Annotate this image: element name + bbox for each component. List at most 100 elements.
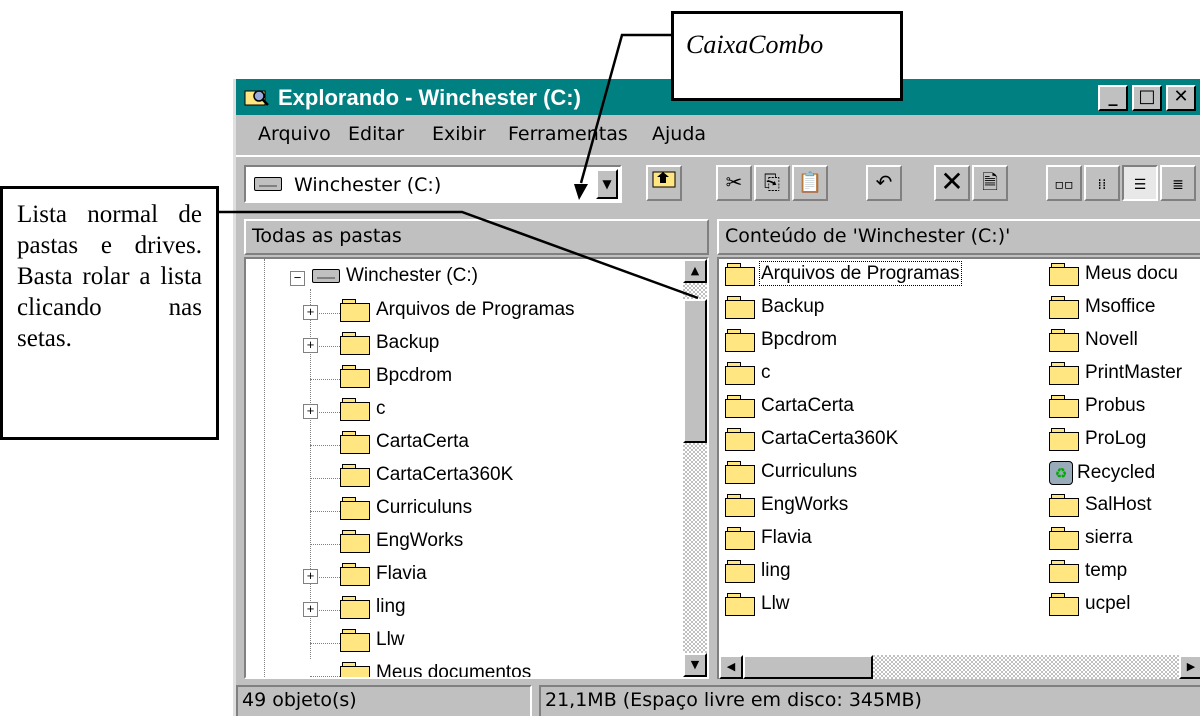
list-item-label: ProLog [1085,428,1147,449]
list-item-label: CartaCerta [761,395,854,416]
expand-toggle[interactable]: + [303,569,318,584]
list-item-label: Backup [761,296,825,317]
horizontal-scroll-thumb[interactable] [743,655,873,679]
combo-value: Winchester (C:) [294,174,442,196]
list-item-label: Novell [1085,329,1138,350]
list-item[interactable]: ♻ Recycled [1049,461,1155,494]
collapse-toggle[interactable]: − [290,271,305,286]
folder-icon [725,527,755,550]
folder-icon [1049,560,1079,583]
undo-button[interactable]: ↶ [866,165,902,201]
tree-item-label: c [376,398,386,419]
minimize-button[interactable]: _ [1098,85,1128,111]
list-item-label: Recycled [1077,462,1156,483]
details-view-button[interactable]: ≣ [1160,165,1196,201]
list-item[interactable]: CartaCerta360K [725,428,898,461]
list-item[interactable]: Probus [1049,395,1145,428]
scroll-thumb[interactable] [683,299,707,443]
folder-icon [340,365,370,388]
expand-toggle[interactable]: + [303,404,318,419]
list-item-label: Meus docu [1085,263,1178,284]
list-item[interactable]: ucpel [1049,593,1130,626]
small-icons-icon: ⁞⁞ [1097,177,1107,193]
delete-button[interactable]: ✕ [934,165,970,201]
list-item[interactable]: temp [1049,560,1127,593]
scroll-up-arrow[interactable]: ▲ [683,259,707,283]
tree-vertical-scrollbar[interactable]: ▲ ▼ [683,259,707,677]
copy-button[interactable]: ⎘ [754,165,790,201]
folder-icon [725,593,755,616]
list-item[interactable]: Arquivos de Programas [725,261,962,296]
list-item[interactable]: sierra [1049,527,1133,560]
tree-root-label: Winchester (C:) [346,265,478,286]
cut-icon: ✂ [725,170,743,194]
tree-item-label: Bpcdrom [376,365,453,386]
list-item-label: Llw [761,593,790,614]
menu-ajuda[interactable]: Ajuda [652,123,706,145]
list-item[interactable]: Meus docu [1049,263,1178,296]
list-item-label: Curriculuns [761,461,858,482]
list-item[interactable]: CartaCerta [725,395,854,428]
small-icons-button[interactable]: ⁞⁞ [1084,165,1120,201]
tree-item-label: Backup [376,332,440,353]
list-item-label: Flavia [761,527,812,548]
list-item[interactable]: Curriculuns [725,461,857,494]
expand-toggle[interactable]: + [303,602,318,617]
tree-item-label: Llw [376,629,405,650]
list-item-label: EngWorks [761,494,849,515]
folder-icon [725,395,755,418]
close-button[interactable]: ✕ [1166,85,1196,111]
list-item[interactable]: PrintMaster [1049,362,1182,395]
expand-toggle[interactable]: + [303,305,318,320]
scroll-right-arrow[interactable]: ▶ [1179,655,1200,679]
cut-button[interactable]: ✂ [716,165,752,201]
menu-ferramentas[interactable]: Ferramentas [508,123,628,145]
list-item[interactable]: SalHost [1049,494,1152,527]
list-item[interactable]: Novell [1049,329,1138,362]
folder-icon [725,428,755,451]
list-item[interactable]: Flavia [725,527,812,560]
contents-horizontal-scrollbar[interactable]: ◀ ▶ [719,655,1200,679]
large-icons-icon: ▫▫ [1054,177,1074,193]
up-folder-button[interactable] [646,165,682,201]
folder-list-callout: Lista normal de pastas e drives. Basta r… [0,186,219,440]
folder-icon [725,560,755,583]
undo-icon: ↶ [875,170,893,194]
expand-toggle[interactable]: + [303,338,318,353]
folder-icon [725,494,755,517]
folder-icon [340,431,370,454]
explorer-window-icon [244,90,269,106]
scroll-left-arrow[interactable]: ◀ [719,655,743,679]
tree-item-label: CartaCerta360K [376,464,514,485]
combo-dropdown-button[interactable]: ▼ [596,169,618,199]
folder-icon [725,329,755,352]
menu-arquivo[interactable]: Arquivo [258,123,331,145]
large-icons-button[interactable]: ▫▫ [1046,165,1082,201]
folder-tree[interactable]: − Winchester (C:) + Arquivos de Programas… [244,257,709,679]
list-item-label: c [761,362,771,383]
tree-line [310,478,340,479]
list-item[interactable]: c [725,362,771,395]
folder-icon [340,662,370,677]
paste-button[interactable]: 📋 [792,165,828,201]
list-view-button[interactable]: ☰ [1122,165,1158,201]
folder-icon [340,299,370,322]
drive-icon [312,269,340,283]
properties-button[interactable]: 🗎 [972,165,1008,201]
list-item[interactable]: EngWorks [725,494,848,527]
maximize-button[interactable]: □ [1132,85,1162,111]
list-item[interactable]: Msoffice [1049,296,1155,329]
tree-line [310,544,340,545]
scroll-down-arrow[interactable]: ▼ [683,653,707,677]
menu-editar[interactable]: Editar [348,123,404,145]
contents-list[interactable]: Arquivos de Programas Backup Bpcdrom c Carta… [717,257,1200,679]
drive-combobox[interactable]: Winchester (C:) ▼ [244,165,622,203]
list-item[interactable]: ProLog [1049,428,1146,461]
list-item[interactable]: ling [725,560,791,593]
menu-exibir[interactable]: Exibir [432,123,486,145]
list-item[interactable]: Bpcdrom [725,329,837,362]
folder-icon [1049,395,1079,418]
folder-icon [1049,593,1079,616]
list-item[interactable]: Llw [725,593,790,626]
list-item[interactable]: Backup [725,296,824,329]
